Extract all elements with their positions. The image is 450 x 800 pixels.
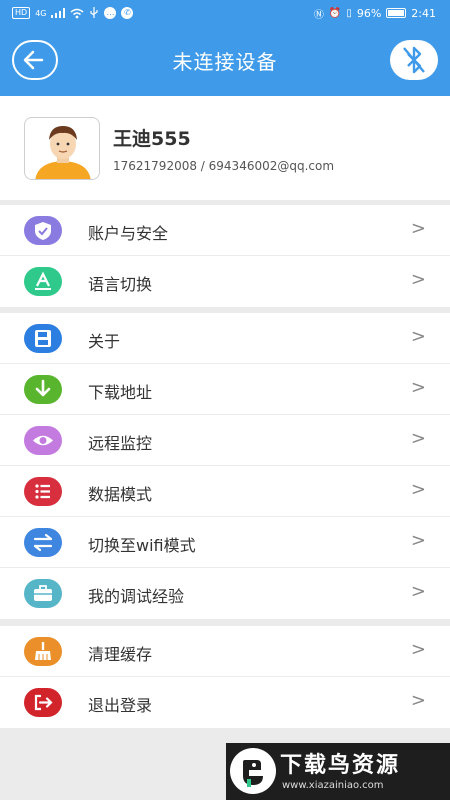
watermark-url: www.xiazainiao.com [282,780,384,791]
menu-item-switch-wifi[interactable]: 切换至wifi模式 > [0,517,450,568]
menu-item-label: 下载地址 [88,383,153,402]
list-icon [24,477,62,506]
chevron-right-icon: > [410,690,426,711]
nfc-icon: Ⓝ [313,9,324,21]
signal-icon [51,8,66,18]
menu-item-remote-monitoring[interactable]: 远程监控 > [0,415,450,466]
user-name: 王迪555 [113,128,191,150]
menu-item-logout[interactable]: 退出登录 > [0,677,450,728]
menu-item-label: 清理缓存 [88,645,153,664]
menu-item-label: 远程监控 [88,434,153,453]
menu-item-label: 数据模式 [88,485,153,504]
avatar-icon [35,126,91,179]
watermark-title: 下载鸟资源 [280,753,401,778]
switch-icon [24,528,62,557]
chevron-right-icon: > [410,428,426,449]
settings-group-account: 账户与安全 > 语言切换 > [0,205,450,307]
chevron-right-icon: > [410,269,426,290]
usb-icon [90,7,99,18]
menu-item-language[interactable]: 语言切换 > [0,256,450,307]
battery-icon [386,8,407,18]
menu-item-label: 退出登录 [88,696,153,715]
menu-item-label: 切换至wifi模式 [88,536,196,555]
battery-percent: 96% [356,6,382,20]
avatar[interactable] [24,117,100,180]
language-icon [24,267,62,296]
floppy-icon [24,324,62,353]
eye-icon [24,426,62,455]
menu-item-data-mode[interactable]: 数据模式 > [0,466,450,517]
message-icon: … [104,7,117,19]
settings-group-device: 关于 > 下载地址 > 远程监控 > 数据模式 > 切换至wifi模式 > 我的… [0,313,450,619]
user-contact: 17621792008 / 694346002@qq.com [113,159,335,173]
menu-item-about[interactable]: 关于 > [0,313,450,364]
shield-icon [24,216,62,245]
menu-item-debug-experience[interactable]: 我的调试经验 > [0,568,450,619]
wifi-icon [71,8,84,18]
chevron-right-icon: > [410,218,426,239]
hd-badge: HD [12,7,31,19]
menu-item-account-security[interactable]: 账户与安全 > [0,205,450,256]
settings-group-system: 清理缓存 > 退出登录 > [0,626,450,728]
signal-label: 4G [35,8,47,18]
chevron-right-icon: > [410,530,426,551]
chevron-right-icon: > [410,639,426,660]
briefcase-icon [24,579,62,608]
broom-icon [24,637,62,666]
menu-item-label: 我的调试经验 [88,587,185,606]
menu-item-label: 账户与安全 [88,224,169,243]
chevron-right-icon: > [410,377,426,398]
menu-item-label: 语言切换 [88,275,153,294]
download-icon [24,375,62,404]
watermark: 下载鸟资源 www.xiazainiao.com [226,743,450,800]
app-header: 未连接设备 [0,26,450,96]
status-bar: HD 4G … ✆ Ⓝ ⏰ ▯ 96% 2:41 [0,0,450,26]
chevron-right-icon: > [410,581,426,602]
vibrate-icon: ▯ [346,7,352,19]
alarm-icon: ⏰ [328,7,342,19]
bluetooth-button[interactable] [390,40,438,80]
menu-item-clear-cache[interactable]: 清理缓存 > [0,626,450,677]
bluetooth-disabled-icon [403,46,425,74]
bird-logo-icon [230,748,276,794]
chevron-right-icon: > [410,479,426,500]
menu-item-download-address[interactable]: 下载地址 > [0,364,450,415]
logout-icon [24,688,62,717]
page-title: 未连接设备 [172,50,278,74]
chevron-right-icon: > [410,326,426,347]
call-icon: ✆ [121,7,134,19]
menu-item-label: 关于 [88,332,121,351]
profile-card[interactable]: 王迪555 17621792008 / 694346002@qq.com [0,96,450,200]
clock: 2:41 [411,6,436,20]
